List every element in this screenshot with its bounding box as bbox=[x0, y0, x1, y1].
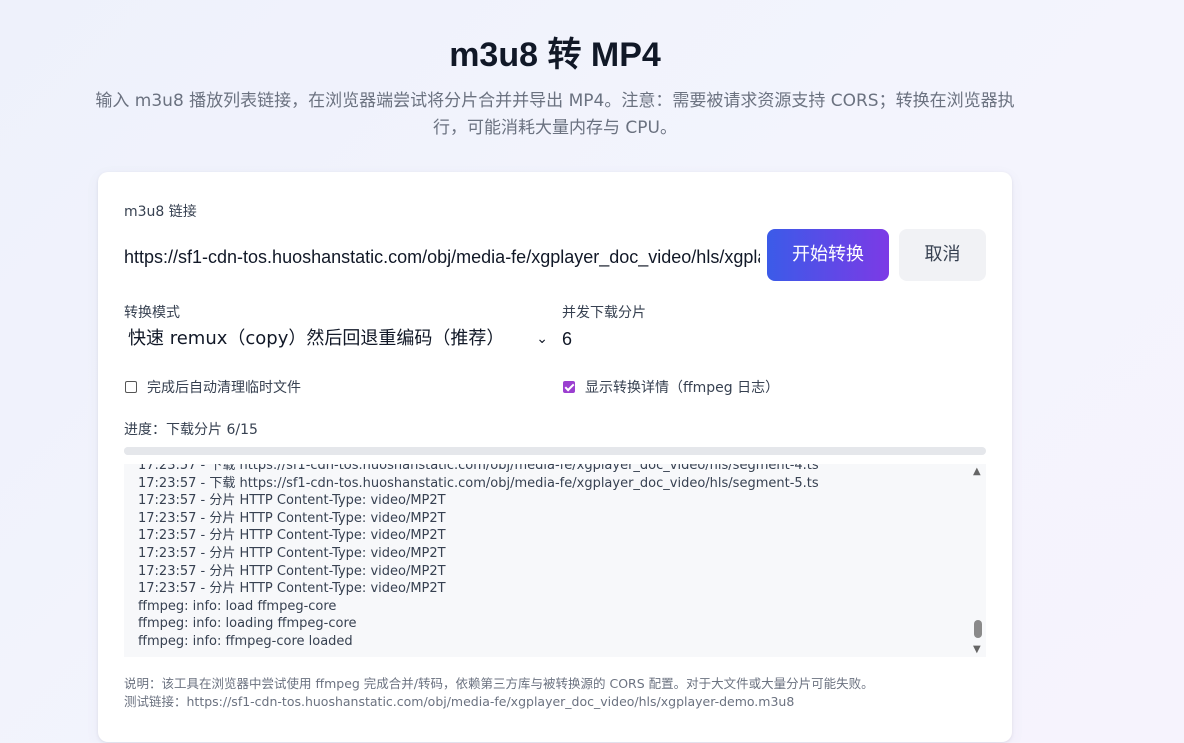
show-details-option[interactable]: 显示转换详情（ffmpeg 日志） bbox=[563, 377, 779, 397]
progress-bar-fill bbox=[124, 447, 469, 455]
chevron-down-icon: ⌄ bbox=[536, 331, 548, 347]
scroll-up-arrow-icon[interactable]: ▲ bbox=[973, 466, 981, 477]
m3u8-url-input[interactable]: https://sf1-cdn-tos.huoshanstatic.com/ob… bbox=[124, 234, 760, 280]
converter-card: m3u8 链接 https://sf1-cdn-tos.huoshanstati… bbox=[98, 172, 1012, 742]
note-test-link: 测试链接：https://sf1-cdn-tos.huoshanstatic.c… bbox=[124, 694, 795, 709]
log-line: ffmpeg: info: load ffmpeg-core bbox=[138, 598, 337, 614]
log-line: 17:23:57 - 分片 HTTP Content-Type: video/M… bbox=[138, 510, 446, 526]
log-line: 17:23:57 - 分片 HTTP Content-Type: video/M… bbox=[138, 563, 446, 579]
scrollbar-thumb[interactable] bbox=[974, 620, 982, 638]
log-line: ffmpeg: info: loading ffmpeg-core bbox=[138, 616, 357, 632]
log-line: 17:23:57 - 分片 HTTP Content-Type: video/M… bbox=[138, 545, 446, 561]
show-details-checkbox[interactable] bbox=[563, 381, 575, 393]
log-line: 17:23:57 - 分片 HTTP Content-Type: video/M… bbox=[138, 493, 446, 509]
auto-clean-checkbox[interactable] bbox=[125, 381, 137, 393]
cancel-button[interactable]: 取消 bbox=[899, 229, 986, 281]
log-line: 17:23:57 - 分片 HTTP Content-Type: video/M… bbox=[138, 581, 446, 597]
page-subtitle: 输入 m3u8 播放列表链接，在浏览器端尝试将分片合并并导出 MP4。注意：需要… bbox=[95, 91, 1015, 138]
notes: 说明：该工具在浏览器中尝试使用 ffmpeg 完成合并/转码，依赖第三方库与被转… bbox=[124, 675, 986, 711]
auto-clean-label: 完成后自动清理临时文件 bbox=[147, 380, 301, 396]
scroll-down-arrow-icon[interactable]: ▼ bbox=[973, 644, 981, 655]
url-label: m3u8 链接 bbox=[124, 204, 197, 220]
mode-select[interactable]: 快速 remux（copy）然后回退重编码（推荐） ⌄ bbox=[124, 325, 548, 353]
show-details-label: 显示转换详情（ffmpeg 日志） bbox=[585, 380, 780, 396]
log-lines: 17:23:57 - 下载 https://sf1-cdn-tos.huosha… bbox=[138, 464, 962, 651]
log-line: 17:23:57 - 下载 https://sf1-cdn-tos.huosha… bbox=[138, 475, 819, 491]
start-convert-button[interactable]: 开始转换 bbox=[767, 229, 889, 281]
log-scrollbar[interactable]: ▲ ▼ bbox=[970, 464, 986, 657]
log-line: 17:23:57 - 下载 https://sf1-cdn-tos.huosha… bbox=[138, 464, 819, 473]
concurrency-label: 并发下载分片 bbox=[562, 305, 646, 321]
mode-label: 转换模式 bbox=[124, 305, 180, 321]
progress-text: 进度：下载分片 6/15 bbox=[124, 422, 258, 438]
ffmpeg-log-panel[interactable]: 17:23:57 - 下载 https://sf1-cdn-tos.huosha… bbox=[124, 464, 986, 657]
mode-select-value: 快速 remux（copy）然后回退重编码（推荐） bbox=[128, 328, 505, 349]
progress-bar bbox=[124, 447, 986, 455]
auto-clean-option[interactable]: 完成后自动清理临时文件 bbox=[125, 377, 301, 397]
concurrency-input[interactable]: 6 bbox=[562, 325, 762, 353]
page-header: m3u8 转 MP4 输入 m3u8 播放列表链接，在浏览器端尝试将分片合并并导… bbox=[0, 32, 1110, 142]
note-description: 说明：该工具在浏览器中尝试使用 ffmpeg 完成合并/转码，依赖第三方库与被转… bbox=[124, 676, 874, 691]
log-line: ffmpeg: info: ffmpeg-core loaded bbox=[138, 633, 353, 649]
log-line: 17:23:57 - 分片 HTTP Content-Type: video/M… bbox=[138, 528, 446, 544]
page-title: m3u8 转 MP4 bbox=[449, 36, 661, 74]
